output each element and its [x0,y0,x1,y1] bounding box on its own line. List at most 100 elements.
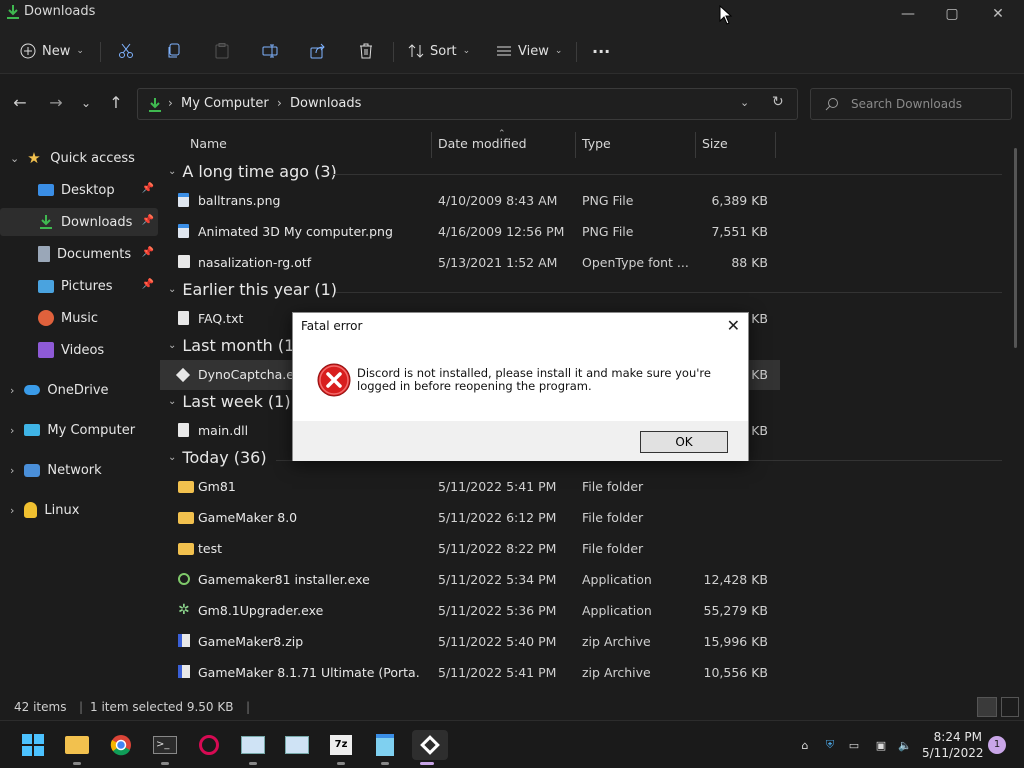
column-header-size[interactable]: Size [702,136,728,151]
dll-file-icon [178,423,189,437]
taskbar-7zip[interactable]: 7z [326,730,356,765]
close-button[interactable]: ✕ [988,4,1008,24]
pictures-icon [38,279,54,293]
file-row[interactable]: balltrans.png 4/10/2009 8:43 AM PNG File… [160,186,780,216]
recent-locations-chevron-icon[interactable]: ⌄ [76,94,96,112]
paste-button[interactable] [214,38,230,64]
pin-icon[interactable]: 📌 [142,183,154,194]
view-button[interactable]: View ⌄ [496,38,562,64]
search-icon [825,98,838,111]
column-header-type[interactable]: Type [582,136,611,151]
sidebar-item-my-computer[interactable]: › My Computer [0,416,158,444]
file-row[interactable]: Gamemaker81 installer.exe 5/11/2022 5:34… [160,565,780,595]
sidebar-item-onedrive[interactable]: › OneDrive [0,376,158,404]
sort-button[interactable]: Sort ⌄ [408,38,470,64]
close-icon[interactable]: ✕ [727,316,740,335]
pin-icon[interactable]: 📌 [142,247,154,258]
penguin-icon [24,502,38,518]
address-dropdown-icon[interactable]: ⌄ [740,96,749,109]
column-header-date[interactable]: Date modified [438,136,527,151]
column-header-name[interactable]: Name [190,136,227,151]
pin-icon[interactable]: 📌 [142,279,154,290]
new-label: New [42,43,71,59]
forward-arrow-icon[interactable]: → [46,94,66,112]
taskbar-debian[interactable] [194,730,224,760]
pin-icon[interactable]: 📌 [142,215,154,226]
navigation-pane: ⌄ ★ Quick access Desktop 📌 Downloads 📌 D… [0,140,160,695]
plus-circle-icon [20,43,36,59]
group-header[interactable]: ⌄ Last month (1) [168,336,300,355]
up-arrow-icon[interactable]: ↑ [106,94,126,112]
windows-logo-icon [22,734,44,756]
column-divider[interactable] [431,132,432,158]
breadcrumb-downloads[interactable]: Downloads [290,96,361,111]
file-row[interactable]: Animated 3D My computer.png 4/16/2009 12… [160,217,780,247]
taskbar-chrome[interactable] [106,730,136,760]
sidebar-item-videos[interactable]: Videos [0,336,158,364]
debian-swirl-icon [199,735,219,755]
folder-icon [65,736,89,754]
minimize-button[interactable]: — [898,4,918,24]
sidebar-item-network[interactable]: › Network [0,456,158,484]
column-divider[interactable] [575,132,576,158]
sidebar-item-desktop[interactable]: Desktop 📌 [0,176,158,204]
speaker-icon[interactable]: 🔈 [897,737,913,753]
sidebar-item-downloads[interactable]: Downloads 📌 [0,208,158,236]
taskbar-notepad[interactable] [370,730,400,765]
sidebar-item-quick-access[interactable]: ⌄ ★ Quick access [0,144,158,172]
column-divider[interactable] [775,132,776,158]
file-row[interactable]: Gm81 5/11/2022 5:41 PM File folder [160,472,780,502]
taskbar: >_ 7z ⌂ ⛨ ▭ ▣ 🔈 8:24 PM 5/11/2022 1 [0,720,1024,768]
start-button[interactable] [18,730,48,760]
share-button[interactable] [310,38,326,64]
error-icon [317,363,351,397]
music-icon [38,310,54,326]
back-arrow-icon[interactable]: ← [10,94,30,112]
clock[interactable]: 8:24 PM 5/11/2022 [922,729,984,761]
file-row[interactable]: nasalization-rg.otf 5/13/2021 1:52 AM Op… [160,248,780,278]
tiles-view-button[interactable] [1001,697,1019,717]
navigation-bar: ← → ⌄ ↑ › My Computer › Downloads ⌄ ↻ Se… [0,74,1024,130]
sidebar-item-documents[interactable]: Documents 📌 [0,240,158,268]
group-header[interactable]: ⌄ A long time ago (3) [168,162,337,181]
group-header[interactable]: ⌄ Today (36) [168,448,267,467]
sidebar-item-pictures[interactable]: Pictures 📌 [0,272,158,300]
address-bar[interactable]: › My Computer › Downloads ⌄ ↻ [137,88,798,120]
group-header[interactable]: ⌄ Earlier this year (1) [168,280,337,299]
delete-button[interactable] [358,38,374,64]
text-file-icon [178,311,189,325]
sidebar-item-music[interactable]: Music [0,304,158,332]
copy-button[interactable] [166,38,182,64]
refresh-icon[interactable]: ↻ [772,94,784,110]
monitor-icon[interactable]: ▣ [873,737,889,753]
more-options-button[interactable]: ··· [592,38,610,64]
taskbar-terminal[interactable]: >_ [150,730,180,765]
maximize-button[interactable]: ▢ [942,4,962,24]
taskbar-dynocaptcha[interactable] [412,730,448,765]
breadcrumb-my-computer[interactable]: My Computer [181,96,269,111]
details-view-button[interactable] [977,697,997,717]
rename-button[interactable] [262,38,278,64]
network-disconnected-icon[interactable]: ⌂ [797,737,813,753]
sidebar-item-linux[interactable]: › Linux [0,496,158,524]
security-shield-icon[interactable]: ⛨ [822,737,838,753]
vertical-scrollbar[interactable] [1014,148,1017,348]
file-row[interactable]: GameMaker 8.1.71 Ultimate (Porta... 5/11… [160,658,780,688]
notification-badge[interactable]: 1 [988,736,1006,754]
column-divider[interactable] [695,132,696,158]
file-row[interactable]: GameMaker8.zip 5/11/2022 5:40 PM zip Arc… [160,627,780,657]
window-title: Downloads [24,4,96,19]
ok-button[interactable]: OK [640,431,728,453]
file-row[interactable]: GameMaker 8.0 5/11/2022 6:12 PM File fol… [160,503,780,533]
display-icon[interactable]: ▭ [846,737,862,753]
new-button[interactable]: New ⌄ [20,38,84,64]
cut-button[interactable] [118,38,134,64]
taskbar-image-viewer-1[interactable] [238,730,268,765]
taskbar-file-explorer[interactable] [62,730,92,765]
file-row[interactable]: test 5/11/2022 8:22 PM File folder [160,534,780,564]
group-header[interactable]: ⌄ Last week (1) [168,392,291,411]
search-box[interactable]: Search Downloads [810,88,1012,120]
list-view-icon [497,46,511,56]
file-row[interactable]: ✲ Gm8.1Upgrader.exe 5/11/2022 5:36 PM Ap… [160,596,780,626]
taskbar-image-viewer-2[interactable] [282,730,312,760]
